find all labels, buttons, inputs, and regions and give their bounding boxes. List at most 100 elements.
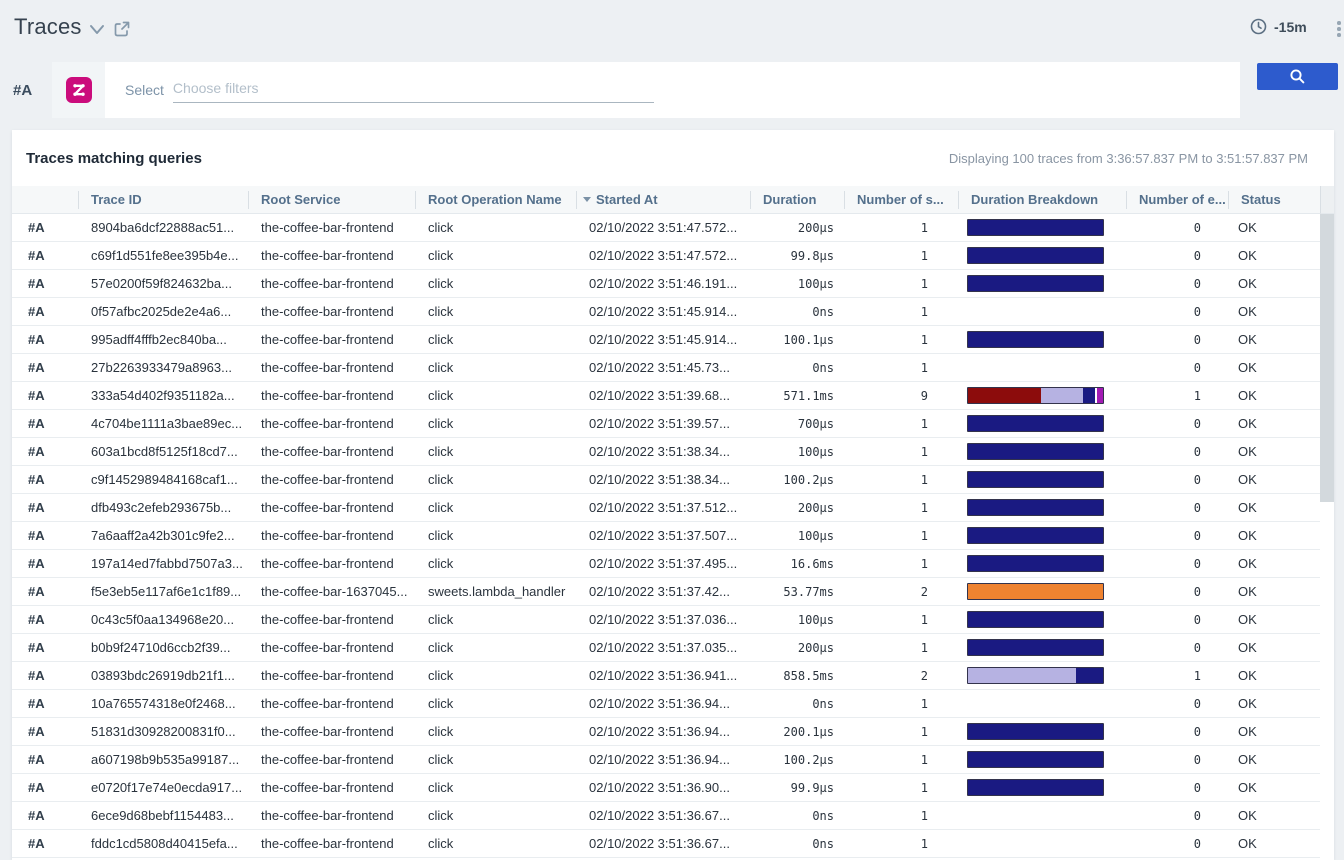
root-service-cell: the-coffee-bar-1637045... (248, 578, 415, 605)
search-button[interactable] (1257, 63, 1338, 90)
trace-row[interactable]: #Adfb493c2efeb293675b...the-coffee-bar-f… (12, 494, 1320, 522)
trace-id-cell: 0c43c5f0aa134968e20... (78, 606, 248, 633)
trace-row[interactable]: #Af5e3eb5e117af6e1c1f89...the-coffee-bar… (12, 578, 1320, 606)
status-cell: OK (1228, 466, 1320, 493)
error-count-cell: 0 (1126, 242, 1228, 269)
column-header-trace-id[interactable]: Trace ID (78, 186, 248, 213)
traces-panel: Traces matching queries Displaying 100 t… (12, 130, 1334, 860)
column-header-badge[interactable] (12, 186, 78, 213)
started-at-cell: 02/10/2022 3:51:36.90... (576, 774, 750, 801)
trace-id-cell: 197a14ed7fabbd7507a3... (78, 550, 248, 577)
root-service-cell: the-coffee-bar-frontend (248, 242, 415, 269)
trace-row[interactable]: #A0c43c5f0aa134968e20...the-coffee-bar-f… (12, 606, 1320, 634)
column-header-number-of-s[interactable]: Number of s... (844, 186, 958, 213)
trace-row[interactable]: #Afddc1cd5808d40415efa...the-coffee-bar-… (12, 830, 1320, 858)
duration-cell: 200µs (750, 214, 844, 241)
trace-id-cell: 51831d30928200831f0... (78, 718, 248, 745)
trace-id-cell: 4c704be1111a3bae89ec... (78, 410, 248, 437)
trace-row[interactable]: #A197a14ed7fabbd7507a3...the-coffee-bar-… (12, 550, 1320, 578)
root-operation-cell: click (415, 690, 576, 717)
duration-breakdown-cell (958, 270, 1126, 297)
root-operation-cell: click (415, 382, 576, 409)
query-badge-cell: #A (12, 354, 78, 381)
trace-row[interactable]: #A0f57afbc2025de2e4a6...the-coffee-bar-f… (12, 298, 1320, 326)
column-header-root-service[interactable]: Root Service (248, 186, 415, 213)
trace-row[interactable]: #A995adff4fffb2ec840ba...the-coffee-bar-… (12, 326, 1320, 354)
span-count-cell: 1 (844, 802, 958, 829)
trace-row[interactable]: #Ab0b9f24710d6ccb2f39...the-coffee-bar-f… (12, 634, 1320, 662)
span-count-cell: 1 (844, 466, 958, 493)
span-count-cell: 1 (844, 298, 958, 325)
column-header-duration[interactable]: Duration (750, 186, 844, 213)
span-count-cell: 1 (844, 242, 958, 269)
error-count-cell: 0 (1126, 718, 1228, 745)
column-header-status[interactable]: Status (1228, 186, 1320, 213)
column-header-label: Duration (763, 192, 816, 207)
status-cell: OK (1228, 326, 1320, 353)
duration-breakdown-cell (958, 410, 1126, 437)
duration-cell: 571.1ms (750, 382, 844, 409)
trace-row[interactable]: #A603a1bcd8f5125f18cd7...the-coffee-bar-… (12, 438, 1320, 466)
trace-row[interactable]: #A6ece9d68bebf1154483...the-coffee-bar-f… (12, 802, 1320, 830)
trace-row[interactable]: #A333a54d402f9351182a...the-coffee-bar-f… (12, 382, 1320, 410)
trace-row[interactable]: #A10a765574318e0f2468...the-coffee-bar-f… (12, 690, 1320, 718)
query-badge-cell: #A (12, 690, 78, 717)
error-count-cell: 0 (1126, 466, 1228, 493)
breakdown-segment-navy (968, 752, 1103, 767)
query-badge-cell: #A (12, 718, 78, 745)
trace-row[interactable]: #A4c704be1111a3bae89ec...the-coffee-bar-… (12, 410, 1320, 438)
error-count-cell: 0 (1126, 214, 1228, 241)
chevron-down-icon[interactable] (89, 23, 105, 37)
trace-row[interactable]: #Aa607198b9b535a99187...the-coffee-bar-f… (12, 746, 1320, 774)
column-header-duration-breakdown[interactable]: Duration Breakdown (958, 186, 1126, 213)
query-badge-cell: #A (12, 214, 78, 241)
error-count-cell: 0 (1126, 830, 1228, 857)
kebab-menu-icon[interactable] (1333, 19, 1344, 39)
breakdown-segment-navy (968, 780, 1103, 795)
share-icon[interactable] (113, 20, 131, 38)
trace-id-cell: e0720f17e74e0ecda917... (78, 774, 248, 801)
span-count-cell: 2 (844, 662, 958, 689)
query-badge-cell: #A (12, 578, 78, 605)
root-service-cell: the-coffee-bar-frontend (248, 438, 415, 465)
duration-cell: 700µs (750, 410, 844, 437)
trace-row[interactable]: #A57e0200f59f824632ba...the-coffee-bar-f… (12, 270, 1320, 298)
trace-row[interactable]: #A51831d30928200831f0...the-coffee-bar-f… (12, 718, 1320, 746)
scrollbar-thumb[interactable] (1320, 214, 1334, 502)
status-cell: OK (1228, 578, 1320, 605)
trace-id-cell: a607198b9b535a99187... (78, 746, 248, 773)
duration-breakdown-cell (958, 354, 1126, 381)
brand-logo-icon (66, 77, 92, 103)
trace-row[interactable]: #A7a6aaff2a42b301c9fe2...the-coffee-bar-… (12, 522, 1320, 550)
duration-cell: 100.2µs (750, 746, 844, 773)
root-operation-cell: click (415, 746, 576, 773)
duration-breakdown-bar (967, 555, 1104, 572)
trace-row[interactable]: #A27b2263933479a8963...the-coffee-bar-fr… (12, 354, 1320, 382)
trace-row[interactable]: #Ac9f1452989484168caf1...the-coffee-bar-… (12, 466, 1320, 494)
error-count-cell: 0 (1126, 410, 1228, 437)
query-badge-cell: #A (12, 802, 78, 829)
trace-id-cell: 333a54d402f9351182a... (78, 382, 248, 409)
column-header-started-at[interactable]: Started At (576, 186, 750, 213)
breakdown-segment-navy (968, 444, 1103, 459)
started-at-cell: 02/10/2022 3:51:46.191... (576, 270, 750, 297)
time-range-button[interactable]: -15m (1250, 18, 1307, 35)
root-operation-cell: click (415, 466, 576, 493)
column-header-root-operation-name[interactable]: Root Operation Name (415, 186, 576, 213)
trace-id-cell: 8904ba6dcf22888ac51... (78, 214, 248, 241)
trace-row[interactable]: #Ae0720f17e74e0ecda917...the-coffee-bar-… (12, 774, 1320, 802)
column-header-number-of-e[interactable]: Number of e... (1126, 186, 1228, 213)
trace-row[interactable]: #A03893bdc26919db21f1...the-coffee-bar-f… (12, 662, 1320, 690)
duration-cell: 99.8µs (750, 242, 844, 269)
breakdown-segment-navy (968, 528, 1103, 543)
filters-input[interactable] (173, 78, 654, 103)
trace-row[interactable]: #A8904ba6dcf22888ac51...the-coffee-bar-f… (12, 214, 1320, 242)
status-cell: OK (1228, 550, 1320, 577)
vertical-scrollbar (1320, 214, 1334, 860)
trace-row[interactable]: #Ac69f1d551fe8ee395b4e...the-coffee-bar-… (12, 242, 1320, 270)
root-service-cell: the-coffee-bar-frontend (248, 830, 415, 857)
duration-breakdown-cell (958, 382, 1126, 409)
status-cell: OK (1228, 270, 1320, 297)
duration-breakdown-cell (958, 494, 1126, 521)
breakdown-segment-navy (968, 472, 1103, 487)
